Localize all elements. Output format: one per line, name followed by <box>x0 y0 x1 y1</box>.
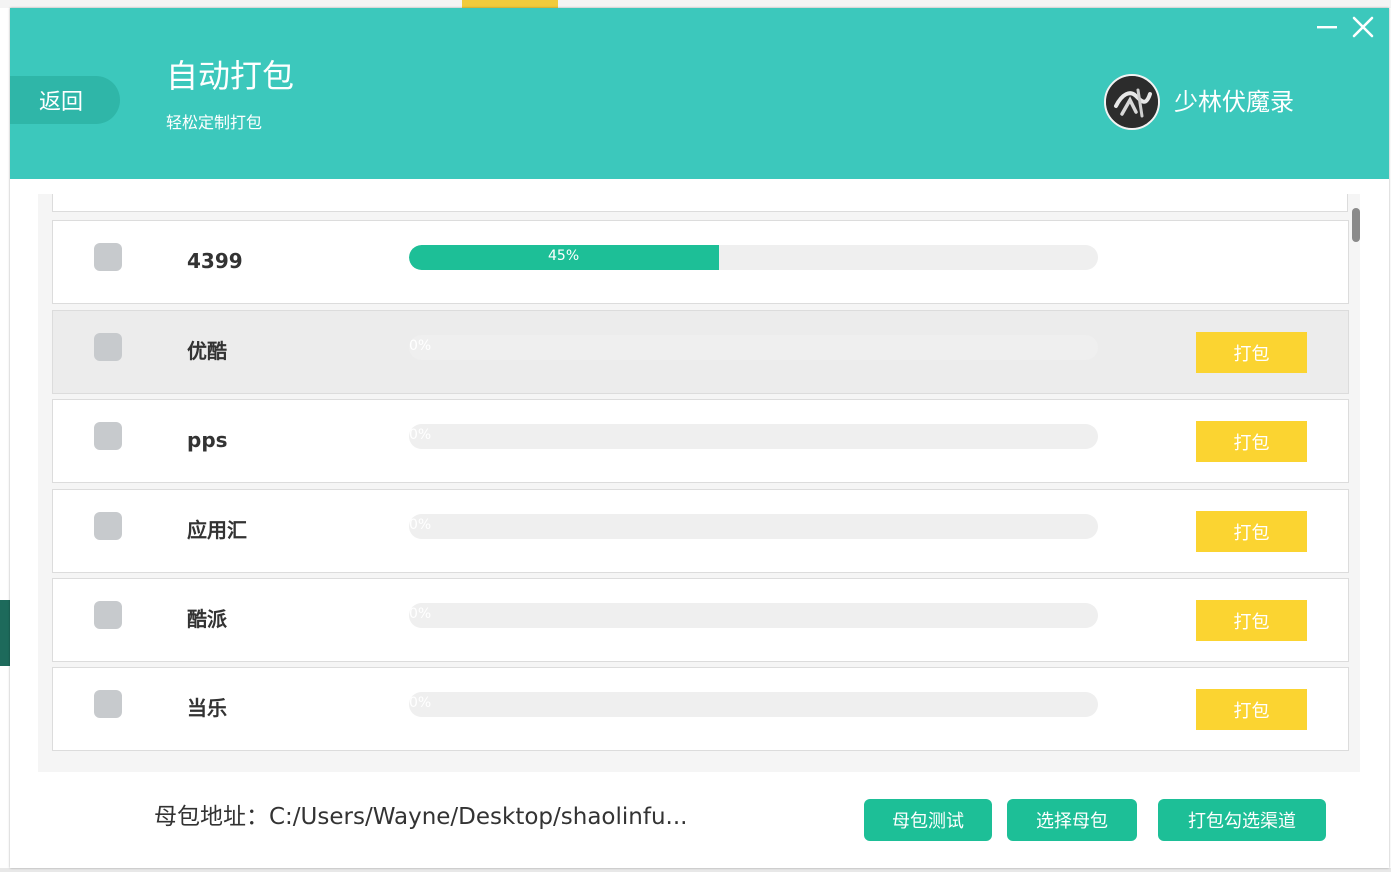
progress-percent: 0% <box>409 695 432 711</box>
pack-channel-button[interactable]: 打包 <box>1196 511 1307 552</box>
channel-list[interactable]: 4399 45% 优酷 0% 打包 pps 0% 打包 应用汇 0% 打包 酷派 0% 打包 当乐 0% 打包 <box>38 194 1360 772</box>
channel-row[interactable]: 酷派 0% 打包 <box>52 578 1349 662</box>
pack-channel-button[interactable]: 打包 <box>1196 689 1307 730</box>
progress-percent: 0% <box>409 427 432 443</box>
progress-bar: 0% <box>409 514 1098 539</box>
channel-checkbox[interactable] <box>94 690 122 718</box>
back-button[interactable]: 返回 <box>10 76 120 124</box>
channel-name: 4399 <box>187 249 243 273</box>
progress-bar: 45% <box>409 245 1098 270</box>
channel-checkbox[interactable] <box>94 601 122 629</box>
channel-row[interactable]: 应用汇 0% 打包 <box>52 489 1349 573</box>
close-icon[interactable] <box>1348 12 1378 42</box>
channel-checkbox[interactable] <box>94 512 122 540</box>
progress-percent: 45% <box>548 248 580 264</box>
channel-checkbox[interactable] <box>94 333 122 361</box>
background-window-edge-bottom <box>0 868 1391 872</box>
auto-pack-window: 返回 自动打包 轻松定制打包 少林伏魔录 4399 45% 优酷 0% 打包 p… <box>10 8 1389 868</box>
desktop: 返回 自动打包 轻松定制打包 少林伏魔录 4399 45% 优酷 0% 打包 p… <box>0 0 1391 872</box>
pack-channel-button[interactable]: 打包 <box>1196 421 1307 462</box>
channel-row[interactable]: pps 0% 打包 <box>52 399 1349 483</box>
channel-name: 应用汇 <box>187 518 247 542</box>
game-name: 少林伏魔录 <box>1174 88 1294 116</box>
progress-percent: 0% <box>409 338 432 354</box>
progress-percent: 0% <box>409 517 432 533</box>
background-window-edge-left <box>0 600 10 666</box>
channel-checkbox[interactable] <box>94 422 122 450</box>
pack-channel-button[interactable]: 打包 <box>1196 600 1307 641</box>
page-subtitle: 轻松定制打包 <box>166 113 263 132</box>
progress-percent: 0% <box>409 606 432 622</box>
game-logo-graphic <box>1106 76 1158 128</box>
window-header: 返回 自动打包 轻松定制打包 少林伏魔录 <box>10 8 1389 179</box>
channel-row[interactable]: 当乐 0% 打包 <box>52 667 1349 751</box>
channel-row[interactable]: 优酷 0% 打包 <box>52 310 1349 394</box>
channel-name: 酷派 <box>187 607 227 631</box>
channel-name: pps <box>187 428 228 452</box>
base-package-path: 母包地址：C:/Users/Wayne/Desktop/shaolinfu... <box>154 804 688 830</box>
select-base-package-button[interactable]: 选择母包 <box>1007 799 1137 841</box>
progress-bar: 0% <box>409 692 1098 717</box>
progress-bar: 0% <box>409 603 1098 628</box>
page-title: 自动打包 <box>166 57 295 95</box>
progress-bar: 0% <box>409 335 1098 360</box>
pack-selected-channels-button[interactable]: 打包勾选渠道 <box>1158 799 1326 841</box>
channel-row-partial <box>52 194 1348 212</box>
progress-bar: 0% <box>409 424 1098 449</box>
minimize-icon[interactable] <box>1312 12 1342 42</box>
pack-channel-button[interactable]: 打包 <box>1196 332 1307 373</box>
background-window-chip <box>462 0 558 8</box>
channel-checkbox[interactable] <box>94 243 122 271</box>
channel-name: 当乐 <box>187 696 227 720</box>
background-window-edge <box>0 0 1391 8</box>
channel-row[interactable]: 4399 45% <box>52 220 1349 304</box>
scrollbar-thumb[interactable] <box>1352 208 1360 242</box>
channel-name: 优酷 <box>187 339 227 363</box>
shaolin-calligraphy-logo-icon <box>1104 74 1160 130</box>
test-base-package-button[interactable]: 母包测试 <box>864 799 992 841</box>
